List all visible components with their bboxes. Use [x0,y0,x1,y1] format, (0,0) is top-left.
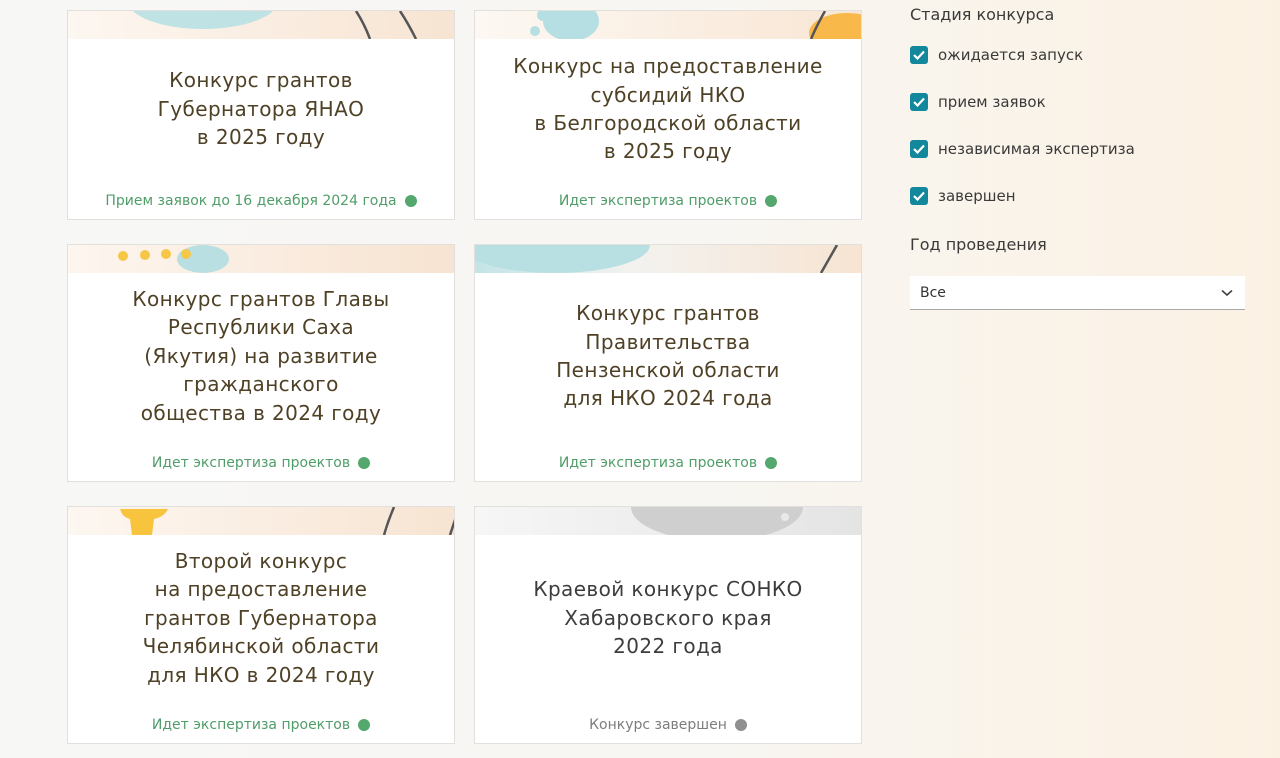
card-status: Идет экспертиза проектов [68,454,454,472]
card-banner-decoration [68,11,454,39]
contest-card[interactable]: Конкурс грантов Правительства Пензенской… [474,244,862,482]
status-text: Идет экспертиза проектов [151,717,351,733]
contest-card[interactable]: Конкурс на предоставление субсидий НКО в… [474,10,862,220]
stage-filter-awaiting-launch[interactable]: ожидается запуск [910,45,1083,65]
checkbox-checked[interactable] [910,187,928,205]
checkbox-label: независимая экспертиза [938,140,1135,158]
checkbox-checked[interactable] [910,46,928,64]
checkbox-checked[interactable] [910,140,928,158]
contest-card[interactable]: Конкурс грантов Губернатора ЯНАО в 2025 … [67,10,455,220]
status-text: Прием заявок до 16 декабря 2024 года [105,193,397,209]
checkmark-icon [913,144,925,154]
year-select-value: Все [920,284,946,301]
card-status: Идет экспертиза проектов [68,716,454,734]
status-dot-icon [404,195,417,207]
status-dot-icon [765,457,778,469]
contest-card[interactable]: Краевой конкурс СОНКО Хабаровского края … [474,506,862,744]
year-filter-title: Год проведения [910,235,1047,254]
checkbox-checked[interactable] [910,93,928,111]
card-banner-decoration [68,245,454,273]
card-status: Конкурс завершен [475,716,861,734]
stage-filter-finished[interactable]: завершен [910,186,1016,206]
checkbox-label: завершен [938,187,1016,205]
stage-filter-accepting[interactable]: прием заявок [910,92,1046,112]
card-banner-decoration [475,507,861,535]
checkbox-label: ожидается запуск [938,46,1084,64]
card-title: Конкурс на предоставление субсидий НКО в… [513,54,823,164]
status-dot-icon [734,719,747,731]
status-dot-icon [358,719,371,731]
card-status: Прием заявок до 16 декабря 2024 года [68,192,454,210]
card-title: Конкурс грантов Правительства Пензенской… [556,301,780,411]
contest-card[interactable]: Второй конкурс на предоставление грантов… [67,506,455,744]
card-status: Идет экспертиза проектов [475,454,861,472]
card-title: Конкурс грантов Главы Республики Саха (Я… [132,286,390,425]
contest-card[interactable]: Конкурс грантов Главы Республики Саха (Я… [67,244,455,482]
stage-filter-expertise[interactable]: независимая экспертиза [910,139,1135,159]
status-text: Идет экспертиза проектов [151,455,351,471]
status-text: Идет экспертиза проектов [558,193,758,209]
card-status: Идет экспертиза проектов [475,192,861,210]
card-title: Краевой конкурс СОНКО Хабаровского края … [533,577,803,659]
checkbox-label: прием заявок [938,93,1046,111]
checkmark-icon [913,191,925,201]
checkmark-icon [913,97,925,107]
chevron-down-icon [1221,289,1233,296]
status-dot-icon [358,457,371,469]
checkmark-icon [913,50,925,60]
year-select[interactable]: Все [910,276,1245,310]
status-text: Идет экспертиза проектов [558,455,758,471]
status-dot-icon [765,195,778,207]
card-banner-decoration [68,507,454,535]
card-banner-decoration [475,11,861,39]
card-title: Второй конкурс на предоставление грантов… [142,548,380,687]
stage-filter-title: Стадия конкурса [910,5,1055,24]
status-text: Конкурс завершен [589,717,727,733]
card-title: Конкурс грантов Губернатора ЯНАО в 2025 … [157,68,365,150]
card-banner-decoration [475,245,861,273]
